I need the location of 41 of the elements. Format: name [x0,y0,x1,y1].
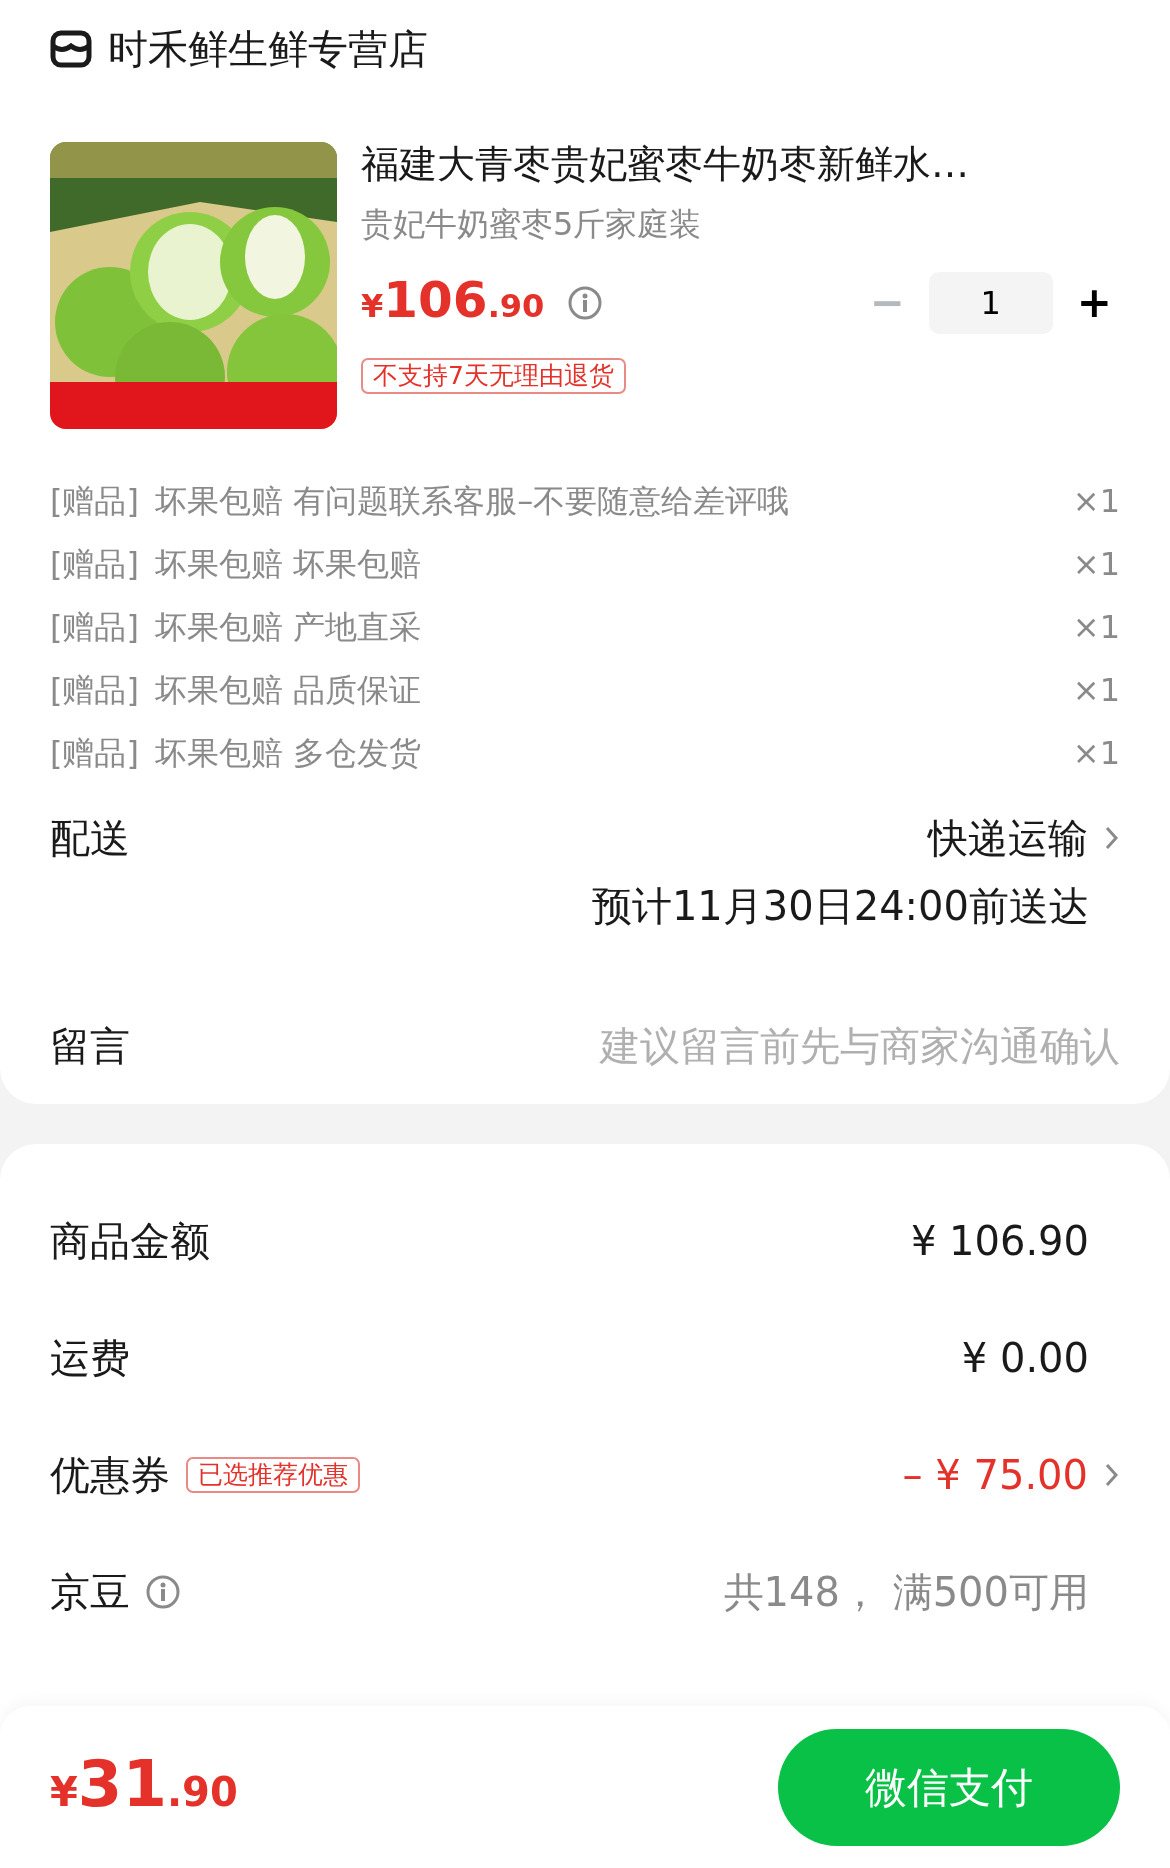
summary-value: ¥ 106.90 [910,1216,1089,1266]
plus-button[interactable]: + [1068,281,1120,324]
gift-name: 坏果包赔 多仓发货 [154,732,422,774]
store-icon [50,30,92,68]
gift-prefix: [赠品] [50,543,139,585]
delivery-label: 配送 [50,814,130,863]
gift-count: ×1 [1072,669,1120,711]
summary-label: 京豆 [50,1567,130,1617]
summary-value: 共148， 满500可用 [723,1567,1089,1617]
gift-count: ×1 [1072,732,1120,774]
delivery-method[interactable]: 快递运输 [928,808,1088,868]
total-price: ¥31.90 [50,1752,238,1822]
summary-label: 优惠券 [50,1450,170,1500]
message-label: 留言 [50,1022,130,1071]
gift-prefix: [赠品] [50,732,139,774]
return-policy-tag: 不支持7天无理由退货 [361,357,626,394]
summary-value: ¥ 0.00 [961,1333,1089,1383]
chevron-right-icon [1104,824,1120,852]
summary-label: 运费 [50,1333,130,1383]
coupon-tag: 已选推荐优惠 [186,1456,360,1493]
product-spec: 贵妃牛奶蜜枣5斤家庭装 [361,203,703,245]
message-field[interactable]: 建议留言前先与商家沟通确认 [520,1016,1120,1076]
quantity-field[interactable]: 1 [928,271,1053,334]
delivery-estimate: 预计11月30日24:00前送达 [591,882,1089,931]
gift-name: 坏果包赔 产地直采 [154,606,422,648]
gift-count: ×1 [1072,480,1120,522]
info-icon[interactable] [146,1574,180,1609]
gift-name: 坏果包赔 坏果包赔 [154,543,422,585]
gift-count: ×1 [1072,606,1120,648]
info-icon[interactable] [568,285,603,320]
product-price: ¥106.90 [361,275,545,331]
gift-count: ×1 [1072,543,1120,585]
gift-prefix: [赠品] [50,606,139,648]
summary-label: 商品金额 [50,1216,210,1266]
gift-name: 坏果包赔 有问题联系客服–不要随意给差评哦 [154,480,790,522]
store-name[interactable]: 时禾鲜生鲜专营店 [108,19,428,79]
gift-prefix: [赠品] [50,669,139,711]
product-title[interactable]: 福建大青枣贵妃蜜枣牛奶枣新鲜水… [361,142,1120,188]
gift-name: 坏果包赔 品质保证 [154,669,422,711]
gift-prefix: [赠品] [50,480,139,522]
summary-value: – ¥ 75.00 [902,1450,1088,1500]
